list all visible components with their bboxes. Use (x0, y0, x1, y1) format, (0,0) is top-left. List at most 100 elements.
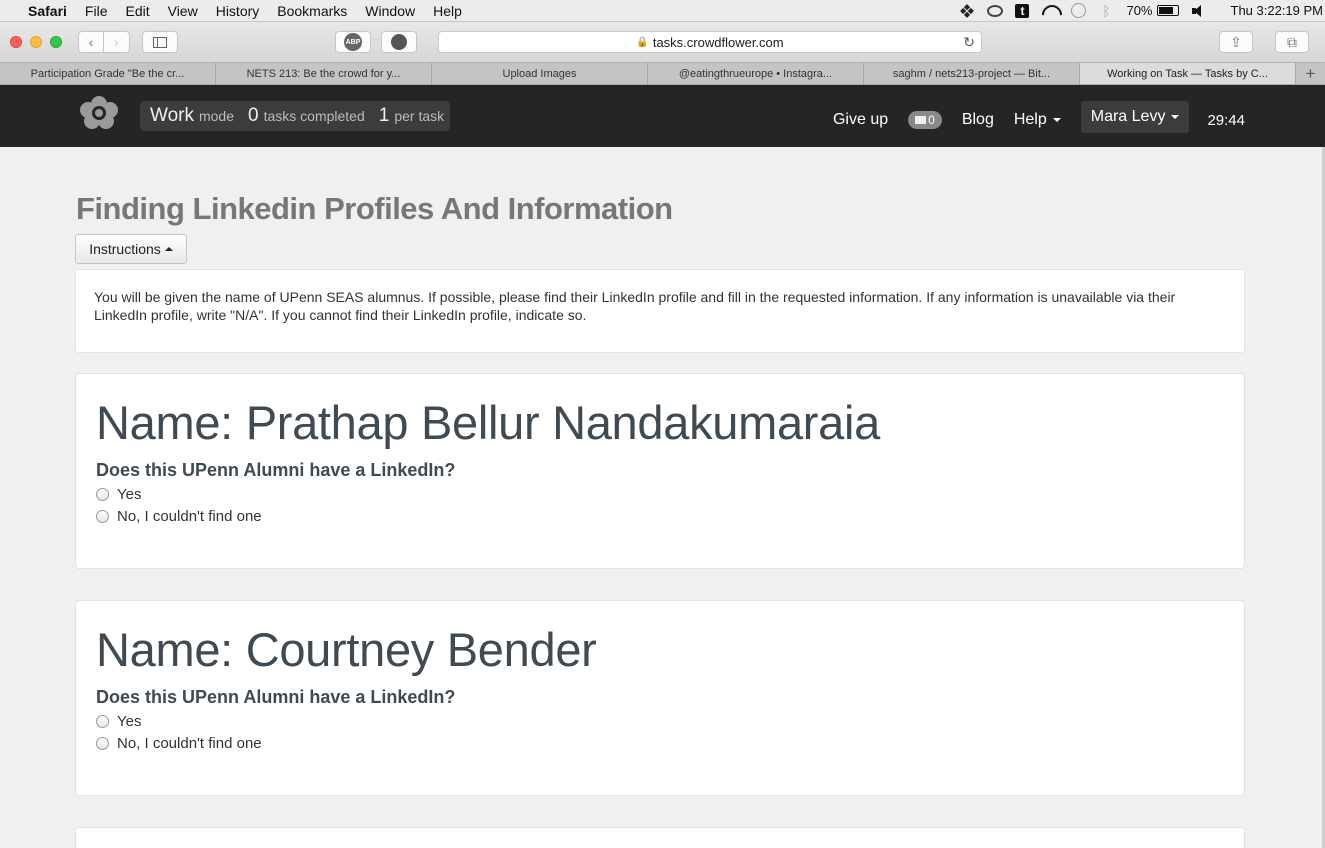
tab-nets213[interactable]: NETS 213: Be the crowd for y... (216, 63, 432, 84)
tab-upload-images[interactable]: Upload Images (432, 63, 648, 84)
user-name: Mara Levy (1090, 108, 1166, 125)
reload-icon[interactable]: ↻ (963, 34, 975, 51)
history-nav: ‹ › (78, 31, 130, 53)
creative-cloud-icon[interactable] (987, 4, 1004, 17)
show-tabs-button[interactable]: ⧉ (1275, 31, 1309, 53)
tab-strip: Participation Grade "Be the cr... NETS 2… (0, 62, 1325, 85)
volume-icon[interactable] (1191, 4, 1205, 18)
work-mode-status: Work mode 0 tasks completed 1 per task (140, 101, 451, 131)
sidebar-icon (153, 36, 167, 48)
unit-card: Name: Prathap Bellur Nandakumaraia Does … (75, 373, 1245, 569)
menu-extras: t ᛒ 70% Thu 3:22:19 PM (959, 3, 1325, 18)
messages-count: 0 (928, 113, 935, 127)
tasks-completed-count: 0 (248, 105, 259, 126)
url-text: tasks.crowdflower.com (652, 34, 784, 50)
radio-label: Yes (117, 713, 142, 730)
task-timer: 29:44 (1207, 111, 1245, 129)
messages-badge[interactable]: 0 (908, 111, 942, 129)
radio-button[interactable] (96, 510, 109, 523)
address-bar[interactable]: 🔒 tasks.crowdflower.com ↻ (438, 31, 982, 53)
menu-edit[interactable]: Edit (116, 3, 158, 19)
lock-icon: 🔒 (636, 36, 649, 48)
linkedin-question: Does this UPenn Alumni have a LinkedIn? (96, 687, 456, 707)
instructions-toggle-button[interactable]: Instructions (75, 234, 187, 264)
minimize-window-button[interactable] (30, 36, 42, 48)
tabs-icon: ⧉ (1287, 33, 1297, 50)
blog-link[interactable]: Blog (962, 111, 994, 129)
radio-option-no[interactable]: No, I couldn't find one (96, 508, 1224, 525)
page-title: Finding Linkedin Profiles And Informatio… (76, 191, 673, 226)
per-task-count: 1 (378, 105, 390, 126)
adblock-plus-icon: ABP (344, 33, 362, 51)
time-machine-icon[interactable] (1071, 3, 1087, 18)
linkedin-question: Does this UPenn Alumni have a LinkedIn? (96, 460, 456, 480)
tab-participation-grade[interactable]: Participation Grade "Be the cr... (0, 63, 216, 84)
tumblr-icon[interactable]: t (1015, 3, 1030, 18)
chevron-right-icon: › (114, 34, 119, 50)
battery-status[interactable]: 70% (1126, 3, 1179, 18)
menu-app-safari[interactable]: Safari (24, 3, 76, 19)
tab-bitbucket[interactable]: saghm / nets213-project — Bit... (864, 63, 1080, 84)
battery-icon (1156, 5, 1179, 16)
adblock-plus-button[interactable]: ABP (335, 31, 371, 53)
help-label: Help (1013, 111, 1047, 128)
mode-word: Work (150, 105, 194, 126)
instructions-text: You will be given the name of UPenn SEAS… (94, 289, 1176, 323)
envelope-icon (915, 116, 927, 124)
forward-button[interactable]: › (104, 31, 130, 53)
window-controls (10, 36, 62, 48)
radio-label: Yes (117, 486, 142, 503)
menu-window[interactable]: Window (356, 3, 424, 19)
instructions-label: Instructions (89, 241, 161, 257)
new-tab-button[interactable]: + (1296, 63, 1325, 84)
radio-button[interactable] (96, 488, 109, 501)
unit-card: Name: Courtney Bender Does this UPenn Al… (75, 600, 1245, 796)
crowdflower-logo-icon[interactable] (75, 94, 123, 130)
caret-down-icon (1052, 118, 1061, 122)
header-nav: Give up 0 Blog Help Mara Levy 29:44 (813, 101, 1245, 133)
toolbar-right-buttons: ⇪ ⧉ (1219, 31, 1309, 53)
tasks-completed-label: tasks completed (263, 108, 365, 124)
show-sidebar-button[interactable] (142, 31, 178, 53)
tab-instagram[interactable]: @eatingthrueurope • Instagra... (648, 63, 864, 84)
dropbox-icon[interactable] (959, 4, 975, 18)
menu-view[interactable]: View (159, 3, 207, 19)
chevron-left-icon: ‹ (88, 34, 94, 50)
user-menu[interactable]: Mara Levy (1080, 101, 1190, 133)
menu-file[interactable]: File (76, 3, 117, 19)
menu-history[interactable]: History (207, 3, 269, 19)
back-button[interactable]: ‹ (78, 31, 104, 53)
unit-card-partial (75, 827, 1245, 848)
menu-bookmarks[interactable]: Bookmarks (268, 3, 356, 19)
site-header: Work mode 0 tasks completed 1 per task G… (0, 85, 1325, 147)
per-task-label: per task (394, 108, 445, 124)
radio-button[interactable] (96, 737, 109, 750)
radio-option-no[interactable]: No, I couldn't find one (96, 735, 1224, 752)
radio-option-yes[interactable]: Yes (96, 486, 1224, 503)
give-up-link[interactable]: Give up (833, 111, 888, 129)
plus-icon: + (1305, 63, 1316, 83)
help-dropdown[interactable]: Help (1014, 111, 1061, 129)
menu-clock[interactable]: Thu 3:22:19 PM (1231, 3, 1324, 18)
bluetooth-icon[interactable]: ᛒ (1098, 4, 1114, 18)
radio-button[interactable] (96, 715, 109, 728)
caret-down-icon (1171, 115, 1180, 119)
share-button[interactable]: ⇪ (1219, 31, 1253, 53)
macos-menu-bar: Safari File Edit View History Bookmarks … (0, 0, 1325, 22)
radio-label: No, I couldn't find one (117, 735, 262, 752)
alumni-name-heading: Name: Courtney Bender (96, 623, 597, 676)
menu-help[interactable]: Help (424, 3, 471, 19)
safari-toolbar: ‹ › ABP 🔒 tasks.crowdflower.com ↻ ⇪ ⧉ (0, 22, 1325, 62)
hand-icon (391, 34, 407, 50)
radio-option-yes[interactable]: Yes (96, 713, 1224, 730)
zoom-window-button[interactable] (50, 36, 62, 48)
alumni-name-heading: Name: Prathap Bellur Nandakumaraia (96, 396, 880, 449)
extension-button[interactable] (381, 31, 417, 53)
instructions-panel: You will be given the name of UPenn SEAS… (75, 269, 1245, 353)
wifi-icon[interactable] (1041, 4, 1059, 18)
close-window-button[interactable] (10, 36, 22, 48)
radio-label: No, I couldn't find one (117, 508, 262, 525)
tab-working-on-task[interactable]: Working on Task — Tasks by C... (1080, 63, 1296, 84)
battery-percent: 70% (1126, 3, 1153, 18)
share-icon: ⇪ (1230, 33, 1242, 50)
